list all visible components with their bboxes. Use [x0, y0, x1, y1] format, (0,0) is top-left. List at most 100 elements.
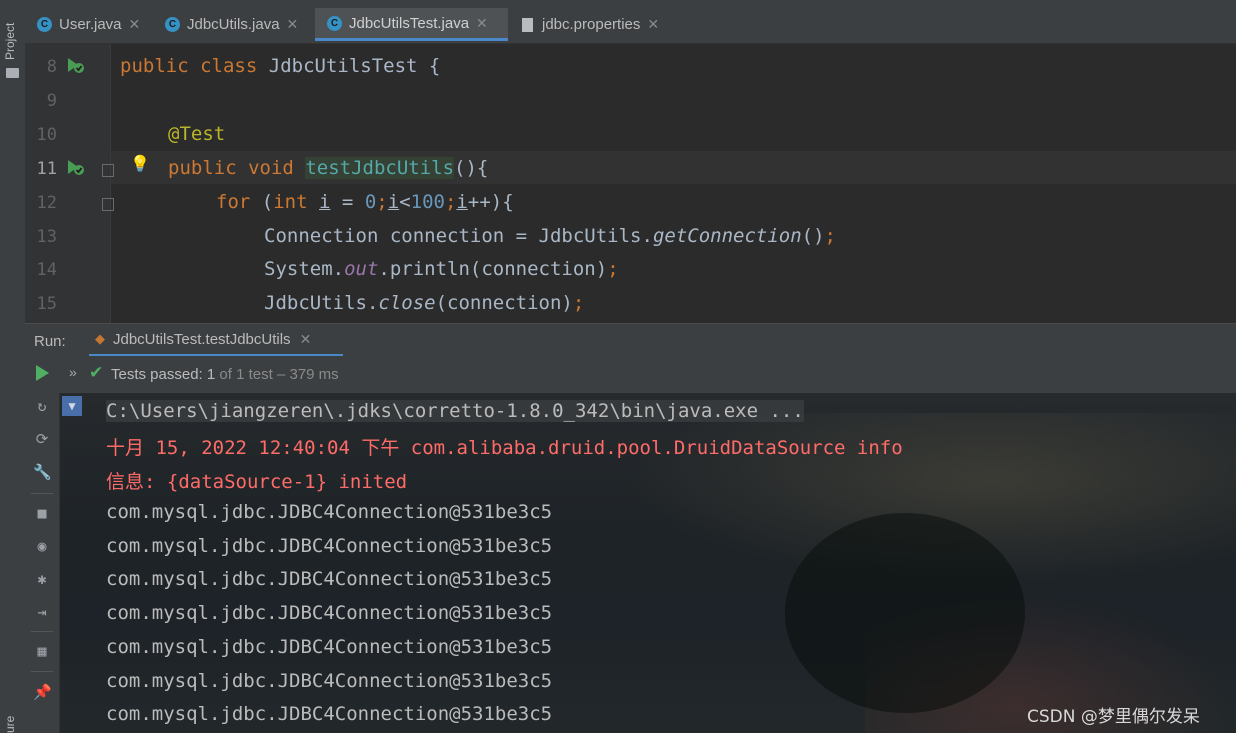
code-token: < — [399, 191, 411, 213]
code-token: testJdbcUtils — [305, 157, 455, 179]
chevron-right-icon[interactable]: » — [69, 364, 77, 380]
java-class-icon: C — [165, 17, 180, 32]
close-icon[interactable]: ✕ — [476, 15, 488, 32]
code-token: 0 — [364, 191, 377, 213]
folder-icon[interactable] — [6, 68, 19, 78]
editor-gutter: 8 9 10 11 12 13 14 15 — [25, 44, 114, 323]
code-line-13: Connection connection = JdbcUtils.getCon… — [264, 225, 836, 247]
code-editor[interactable]: 8 9 10 11 12 13 14 15 💡 public class Jdb… — [25, 44, 1236, 323]
close-icon[interactable]: ✕ — [300, 331, 312, 348]
code-token: = — [341, 191, 354, 213]
fold-marker-icon[interactable] — [102, 164, 114, 177]
run-tool-window-header: Run: ◆ JdbcUtilsTest.testJdbcUtils ✕ — [25, 323, 1236, 357]
code-token: ; — [824, 225, 836, 247]
toolbar-separator — [31, 671, 53, 672]
code-token: class — [200, 55, 258, 77]
code-token: () — [801, 225, 825, 247]
code-token: out — [344, 258, 379, 280]
editor-tab-bar: C User.java ✕ C JdbcUtils.java ✕ C JdbcU… — [25, 0, 1236, 44]
java-class-icon: C — [37, 17, 52, 32]
project-tool-label[interactable]: Project — [3, 23, 17, 60]
code-token: 100 — [410, 191, 445, 213]
code-token: ; — [444, 191, 457, 213]
run-test-icon[interactable] — [65, 158, 85, 176]
console-line: com.mysql.jdbc.JDBC4Connection@531be3c5 — [106, 501, 553, 523]
tab-label: JdbcUtils.java — [187, 16, 280, 33]
code-token: public — [120, 55, 189, 77]
code-token: JdbcUtils. — [264, 292, 379, 314]
code-token: i — [387, 191, 400, 213]
debug-icon[interactable]: ⟳ — [33, 430, 51, 448]
tab-jdbc-properties[interactable]: jdbc.properties ✕ — [508, 8, 683, 41]
test-summary: of 1 test – 379 ms — [219, 366, 339, 383]
code-line-8: public class JdbcUtilsTest { — [120, 55, 440, 77]
console-output[interactable]: ↻ ⟳ 🔧 ■ ◉ ✱ ⇥ ▦ 📌 ▼ C:\Users\jiangzeren\… — [25, 393, 1236, 733]
code-token: for — [216, 191, 251, 213]
check-icon: ✔ — [89, 363, 104, 382]
code-token: i — [456, 191, 468, 213]
console-line: C:\Users\jiangzeren\.jdks\corretto-1.8.0… — [106, 400, 804, 422]
console-line: com.mysql.jdbc.JDBC4Connection@531be3c5 — [106, 703, 553, 725]
tab-jdbcutilstest-java[interactable]: C JdbcUtilsTest.java ✕ — [315, 8, 508, 41]
close-icon[interactable]: ✕ — [647, 16, 659, 33]
code-token: @Test — [168, 123, 226, 145]
wrench-icon[interactable]: 🔧 — [33, 463, 52, 481]
rerun-icon[interactable]: ↻ — [33, 397, 51, 415]
code-token: close — [378, 292, 436, 314]
console-line: 信息: {dataSource-1} inited — [106, 471, 408, 493]
tab-label: User.java — [59, 16, 122, 33]
run-label: Run: — [34, 333, 66, 350]
camera-icon[interactable]: ◉ — [33, 537, 51, 555]
toolbar-separator — [31, 493, 53, 494]
code-token: (connection) — [435, 292, 573, 314]
background-decoration — [785, 513, 1025, 713]
code-line-12: for (int i = 0;i<100;i++){ — [216, 191, 514, 213]
structure-tool-label[interactable]: ure — [3, 716, 17, 733]
layout-icon[interactable]: ▦ — [33, 642, 51, 660]
test-status-bar: » ✔ Tests passed: 1 of 1 test – 379 ms — [25, 356, 1236, 394]
code-token: Connection connection = JdbcUtils. — [264, 225, 653, 247]
console-line: com.mysql.jdbc.JDBC4Connection@531be3c5 — [106, 636, 553, 658]
line-number: 15 — [36, 294, 57, 314]
close-icon[interactable]: ✕ — [287, 16, 299, 33]
code-line-11: public void testJdbcUtils(){ — [168, 157, 488, 179]
code-line-15: JdbcUtils.close(connection); — [264, 292, 584, 314]
tab-user-java[interactable]: C User.java ✕ — [25, 8, 153, 41]
code-token: getConnection — [652, 225, 802, 247]
play-icon[interactable] — [36, 365, 49, 381]
scroll-to-end-icon[interactable]: ▼ — [62, 396, 82, 416]
test-status-text: Tests passed: 1 of 1 test – 379 ms — [111, 366, 339, 383]
code-token: System. — [264, 258, 345, 280]
code-token: int — [273, 191, 308, 213]
close-icon[interactable]: ✕ — [129, 16, 141, 33]
toolbar-separator — [31, 631, 53, 632]
console-line: com.mysql.jdbc.JDBC4Connection@531be3c5 — [106, 670, 553, 692]
line-number: 14 — [36, 260, 57, 280]
code-token: public — [168, 157, 237, 179]
watermark: CSDN @梦里偶尔发呆 — [1027, 707, 1200, 727]
login-icon[interactable]: ⇥ — [33, 603, 51, 621]
code-token: ; — [607, 258, 619, 280]
line-number: 11 — [36, 159, 57, 179]
code-token: JdbcUtilsTest { — [268, 55, 441, 77]
test-passed-count: Tests passed: 1 — [111, 366, 216, 383]
code-token: ; — [376, 191, 388, 213]
bug-icon[interactable]: ✱ — [33, 570, 51, 588]
project-tool-strip: Project ure — [0, 0, 26, 733]
code-token: (){ — [454, 157, 489, 179]
lightbulb-icon[interactable]: 💡 — [130, 154, 150, 173]
tab-label: JdbcUtilsTest.java — [349, 14, 470, 32]
console-line: com.mysql.jdbc.JDBC4Connection@531be3c5 — [106, 602, 553, 624]
stop-icon[interactable]: ■ — [33, 504, 51, 522]
properties-file-icon — [522, 17, 533, 32]
console-toolbar: ↻ ⟳ 🔧 ■ ◉ ✱ ⇥ ▦ 📌 — [25, 393, 60, 733]
code-line-10: @Test — [168, 123, 225, 145]
fold-marker-icon[interactable] — [102, 198, 114, 211]
run-tab[interactable]: ◆ JdbcUtilsTest.testJdbcUtils ✕ — [89, 324, 343, 357]
pin-icon[interactable]: 📌 — [33, 683, 52, 701]
line-number: 12 — [36, 193, 57, 213]
code-token: i — [319, 191, 331, 213]
tab-jdbcutils-java[interactable]: C JdbcUtils.java ✕ — [153, 8, 315, 41]
run-test-icon[interactable] — [65, 56, 85, 74]
line-number: 9 — [46, 91, 57, 111]
